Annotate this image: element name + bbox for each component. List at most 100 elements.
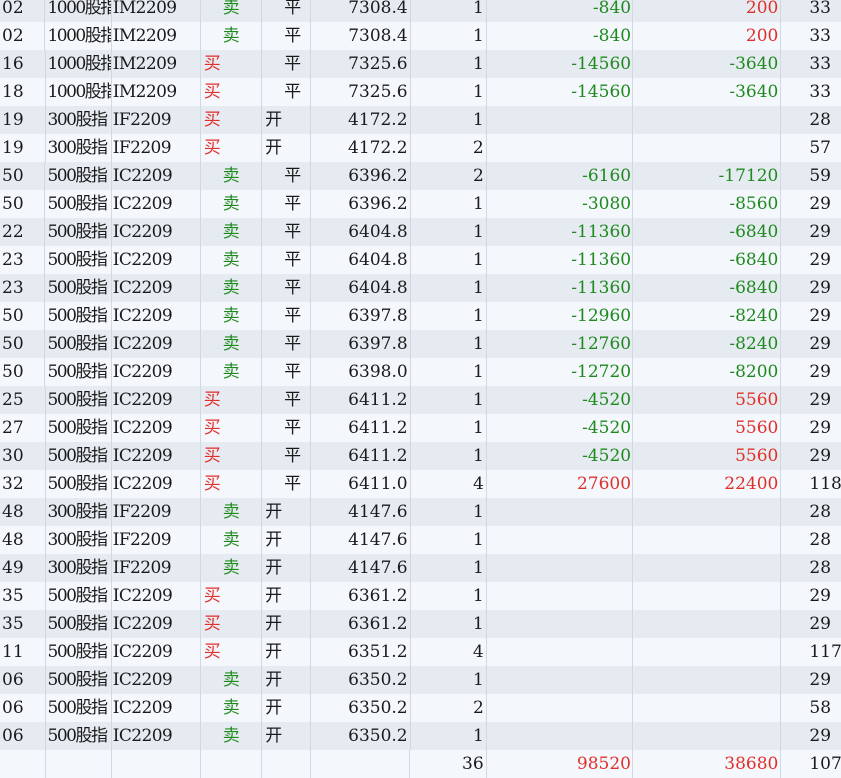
open-close-cell[interactable]: 平 [262, 330, 311, 358]
direction-cell[interactable]: 卖 [201, 722, 263, 750]
contract-code-cell[interactable]: IC2209 [112, 610, 201, 638]
profit-loss-cell[interactable] [487, 610, 634, 638]
time-cell[interactable]: 06 [0, 722, 46, 750]
price-cell[interactable]: 6397.8 [311, 330, 411, 358]
position-profit-cell[interactable] [633, 554, 782, 582]
contract-name-cell[interactable]: 500股指 [45, 246, 112, 274]
time-cell[interactable]: 06 [0, 666, 46, 694]
price-cell[interactable]: 6411.2 [311, 386, 411, 414]
contract-code-cell[interactable]: IC2209 [112, 358, 201, 386]
margin-cell[interactable]: 33 [781, 0, 841, 22]
profit-loss-cell[interactable]: -11360 [487, 274, 634, 302]
contract-name-cell[interactable]: 1000股指 [46, 78, 112, 106]
margin-cell[interactable]: 28 [781, 554, 841, 582]
margin-cell[interactable]: 33 [781, 50, 841, 78]
contract-code-cell[interactable]: IM2209 [112, 78, 201, 106]
quantity-cell[interactable]: 1 [411, 330, 487, 358]
direction-cell[interactable]: 买 [201, 386, 263, 414]
time-cell[interactable]: 02 [0, 0, 46, 22]
profit-loss-cell[interactable] [487, 694, 634, 722]
contract-name-cell[interactable]: 500股指 [45, 274, 112, 302]
direction-cell[interactable]: 买 [201, 414, 263, 442]
time-cell[interactable]: 06 [0, 694, 46, 722]
open-close-cell[interactable]: 开 [262, 134, 311, 162]
table-row[interactable]: 11 500股指 IC2209 买开 6351.2 4 117 [0, 638, 841, 666]
profit-loss-cell[interactable]: -11360 [487, 246, 634, 274]
profit-loss-cell[interactable] [487, 666, 634, 694]
direction-cell[interactable]: 卖 [201, 694, 263, 722]
quantity-cell[interactable]: 1 [411, 274, 487, 302]
table-row[interactable]: 32 500股指 IC2209 买平 6411.0 4 27600 22400 118 [0, 470, 841, 498]
open-close-cell[interactable]: 平 [262, 218, 311, 246]
open-close-cell[interactable]: 开 [262, 106, 311, 134]
price-cell[interactable]: 4172.2 [311, 106, 411, 134]
table-row[interactable]: 23 500股指 IC2209 卖平 6404.8 1 -11360 -6840 29 [0, 274, 841, 302]
contract-code-cell[interactable]: IM2209 [112, 0, 201, 22]
position-profit-cell[interactable]: -6840 [633, 246, 782, 274]
table-row[interactable]: 25 500股指 IC2209 买平 6411.2 1 -4520 5560 29 [0, 386, 841, 414]
time-cell[interactable]: 25 [0, 386, 46, 414]
direction-cell[interactable]: 买 [201, 78, 263, 106]
profit-loss-cell[interactable]: 27600 [487, 470, 634, 498]
contract-name-cell[interactable]: 300股指 [46, 134, 112, 162]
table-row[interactable]: 16 1000股指 IM2209 买平 7325.6 1 -14560 -3640 33 [0, 50, 841, 78]
price-cell[interactable]: 6411.2 [311, 442, 411, 470]
open-close-cell[interactable]: 平 [262, 274, 311, 302]
time-cell[interactable]: 23 [0, 274, 46, 302]
table-row[interactable]: 35 500股指 IC2209 买开 6361.2 1 29 [0, 610, 841, 638]
quantity-cell[interactable]: 1 [411, 218, 487, 246]
quantity-cell[interactable]: 4 [411, 638, 487, 666]
price-cell[interactable]: 6411.0 [311, 470, 411, 498]
position-profit-cell[interactable]: -17120 [633, 162, 782, 190]
contract-code-cell[interactable]: IC2209 [112, 162, 201, 190]
price-cell[interactable]: 6361.2 [311, 610, 411, 638]
margin-cell[interactable]: 28 [781, 106, 841, 134]
profit-loss-cell[interactable]: -11360 [487, 218, 634, 246]
position-profit-cell[interactable]: -6840 [633, 274, 782, 302]
margin-cell[interactable]: 29 [781, 218, 841, 246]
direction-cell[interactable]: 买 [201, 134, 263, 162]
open-close-cell[interactable]: 平 [262, 302, 311, 330]
contract-name-cell[interactable]: 1000股指 [45, 0, 112, 22]
open-close-cell[interactable]: 开 [262, 722, 311, 750]
margin-cell[interactable]: 57 [781, 134, 841, 162]
quantity-cell[interactable]: 2 [411, 162, 487, 190]
open-close-cell[interactable]: 平 [262, 470, 311, 498]
margin-cell[interactable]: 58 [781, 694, 841, 722]
position-profit-cell[interactable] [633, 610, 782, 638]
direction-cell[interactable]: 卖 [201, 526, 263, 554]
position-profit-cell[interactable] [633, 582, 782, 610]
quantity-cell[interactable]: 1 [411, 0, 487, 22]
table-row[interactable]: 06 500股指 IC2209 卖开 6350.2 1 29 [0, 666, 841, 694]
price-cell[interactable]: 7308.4 [311, 0, 411, 22]
price-cell[interactable]: 6396.2 [311, 162, 411, 190]
position-profit-cell[interactable]: -8560 [633, 190, 782, 218]
table-row[interactable]: 35 500股指 IC2209 买开 6361.2 1 29 [0, 582, 841, 610]
time-cell[interactable]: 50 [0, 162, 46, 190]
contract-name-cell[interactable]: 500股指 [46, 414, 112, 442]
time-cell[interactable]: 16 [0, 50, 46, 78]
profit-loss-cell[interactable]: -14560 [487, 50, 634, 78]
quantity-cell[interactable]: 1 [411, 414, 487, 442]
price-cell[interactable]: 6351.2 [311, 638, 411, 666]
contract-code-cell[interactable]: IC2209 [112, 470, 201, 498]
quantity-cell[interactable]: 1 [411, 106, 487, 134]
table-row[interactable]: 06 500股指 IC2209 卖开 6350.2 2 58 [0, 694, 841, 722]
position-profit-cell[interactable] [633, 526, 782, 554]
quantity-cell[interactable]: 1 [411, 722, 487, 750]
contract-name-cell[interactable]: 500股指 [45, 330, 112, 358]
margin-cell[interactable]: 29 [781, 190, 841, 218]
open-close-cell[interactable]: 平 [262, 78, 311, 106]
open-close-cell[interactable]: 开 [262, 498, 311, 526]
contract-name-cell[interactable]: 500股指 [46, 694, 112, 722]
margin-cell[interactable]: 28 [781, 498, 841, 526]
direction-cell[interactable]: 卖 [201, 554, 263, 582]
contract-code-cell[interactable]: IF2209 [112, 106, 201, 134]
table-row[interactable]: 23 500股指 IC2209 卖平 6404.8 1 -11360 -6840 29 [0, 246, 841, 274]
profit-loss-cell[interactable]: -12760 [487, 330, 634, 358]
price-cell[interactable]: 6350.2 [311, 722, 411, 750]
quantity-cell[interactable]: 1 [411, 386, 487, 414]
direction-cell[interactable]: 卖 [201, 498, 263, 526]
time-cell[interactable]: 35 [0, 610, 46, 638]
contract-code-cell[interactable]: IC2209 [112, 666, 201, 694]
